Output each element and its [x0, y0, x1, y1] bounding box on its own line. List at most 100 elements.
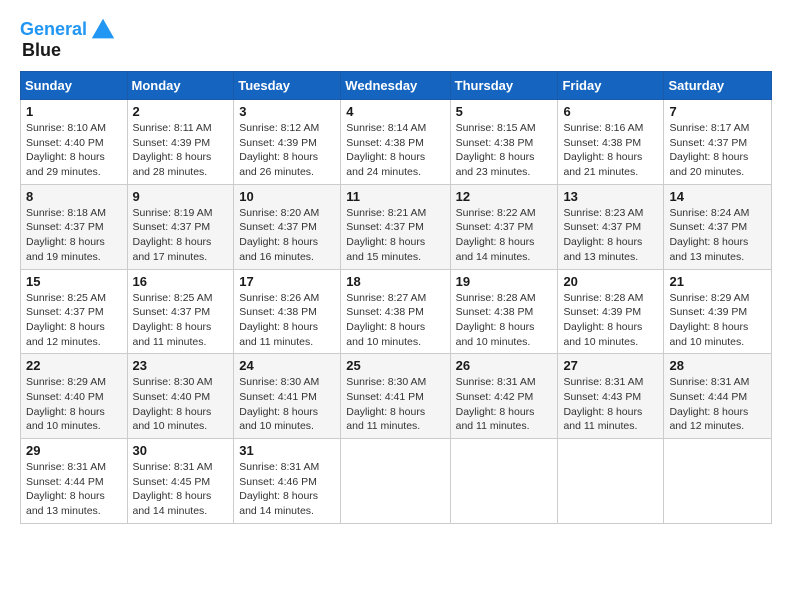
calendar-cell: 12 Sunrise: 8:22 AM Sunset: 4:37 PM Dayl…	[450, 184, 558, 269]
day-number: 25	[346, 358, 444, 373]
day-number: 23	[133, 358, 229, 373]
calendar-table: SundayMondayTuesdayWednesdayThursdayFrid…	[20, 71, 772, 524]
day-number: 6	[563, 104, 658, 119]
day-number: 21	[669, 274, 766, 289]
calendar-cell: 3 Sunrise: 8:12 AM Sunset: 4:39 PM Dayli…	[234, 100, 341, 185]
day-number: 28	[669, 358, 766, 373]
calendar-cell: 23 Sunrise: 8:30 AM Sunset: 4:40 PM Dayl…	[127, 354, 234, 439]
calendar-cell	[558, 439, 664, 524]
day-info: Sunrise: 8:25 AM Sunset: 4:37 PM Dayligh…	[133, 291, 229, 350]
day-info: Sunrise: 8:20 AM Sunset: 4:37 PM Dayligh…	[239, 206, 335, 265]
calendar-cell: 15 Sunrise: 8:25 AM Sunset: 4:37 PM Dayl…	[21, 269, 128, 354]
col-header-tuesday: Tuesday	[234, 72, 341, 100]
day-info: Sunrise: 8:14 AM Sunset: 4:38 PM Dayligh…	[346, 121, 444, 180]
calendar-cell: 1 Sunrise: 8:10 AM Sunset: 4:40 PM Dayli…	[21, 100, 128, 185]
calendar-cell: 27 Sunrise: 8:31 AM Sunset: 4:43 PM Dayl…	[558, 354, 664, 439]
calendar-cell: 6 Sunrise: 8:16 AM Sunset: 4:38 PM Dayli…	[558, 100, 664, 185]
day-number: 5	[456, 104, 553, 119]
day-number: 11	[346, 189, 444, 204]
day-info: Sunrise: 8:23 AM Sunset: 4:37 PM Dayligh…	[563, 206, 658, 265]
calendar-header-row: SundayMondayTuesdayWednesdayThursdayFrid…	[21, 72, 772, 100]
calendar-cell: 24 Sunrise: 8:30 AM Sunset: 4:41 PM Dayl…	[234, 354, 341, 439]
day-info: Sunrise: 8:30 AM Sunset: 4:40 PM Dayligh…	[133, 375, 229, 434]
calendar-cell	[341, 439, 450, 524]
calendar-week-row: 22 Sunrise: 8:29 AM Sunset: 4:40 PM Dayl…	[21, 354, 772, 439]
day-info: Sunrise: 8:31 AM Sunset: 4:42 PM Dayligh…	[456, 375, 553, 434]
calendar-cell: 17 Sunrise: 8:26 AM Sunset: 4:38 PM Dayl…	[234, 269, 341, 354]
day-info: Sunrise: 8:31 AM Sunset: 4:46 PM Dayligh…	[239, 460, 335, 519]
day-number: 8	[26, 189, 122, 204]
calendar-cell: 29 Sunrise: 8:31 AM Sunset: 4:44 PM Dayl…	[21, 439, 128, 524]
day-number: 10	[239, 189, 335, 204]
day-info: Sunrise: 8:11 AM Sunset: 4:39 PM Dayligh…	[133, 121, 229, 180]
calendar-cell: 4 Sunrise: 8:14 AM Sunset: 4:38 PM Dayli…	[341, 100, 450, 185]
calendar-cell: 28 Sunrise: 8:31 AM Sunset: 4:44 PM Dayl…	[664, 354, 772, 439]
calendar-week-row: 15 Sunrise: 8:25 AM Sunset: 4:37 PM Dayl…	[21, 269, 772, 354]
col-header-friday: Friday	[558, 72, 664, 100]
day-number: 19	[456, 274, 553, 289]
day-number: 22	[26, 358, 122, 373]
day-number: 18	[346, 274, 444, 289]
day-number: 7	[669, 104, 766, 119]
day-number: 30	[133, 443, 229, 458]
col-header-wednesday: Wednesday	[341, 72, 450, 100]
day-number: 9	[133, 189, 229, 204]
calendar-cell: 21 Sunrise: 8:29 AM Sunset: 4:39 PM Dayl…	[664, 269, 772, 354]
calendar-cell: 19 Sunrise: 8:28 AM Sunset: 4:38 PM Dayl…	[450, 269, 558, 354]
day-info: Sunrise: 8:29 AM Sunset: 4:40 PM Dayligh…	[26, 375, 122, 434]
calendar-cell: 8 Sunrise: 8:18 AM Sunset: 4:37 PM Dayli…	[21, 184, 128, 269]
day-info: Sunrise: 8:16 AM Sunset: 4:38 PM Dayligh…	[563, 121, 658, 180]
calendar-cell	[664, 439, 772, 524]
calendar-cell: 18 Sunrise: 8:27 AM Sunset: 4:38 PM Dayl…	[341, 269, 450, 354]
calendar-cell: 26 Sunrise: 8:31 AM Sunset: 4:42 PM Dayl…	[450, 354, 558, 439]
day-number: 2	[133, 104, 229, 119]
day-info: Sunrise: 8:31 AM Sunset: 4:43 PM Dayligh…	[563, 375, 658, 434]
day-number: 26	[456, 358, 553, 373]
day-info: Sunrise: 8:10 AM Sunset: 4:40 PM Dayligh…	[26, 121, 122, 180]
calendar-cell: 5 Sunrise: 8:15 AM Sunset: 4:38 PM Dayli…	[450, 100, 558, 185]
calendar-cell	[450, 439, 558, 524]
calendar-week-row: 29 Sunrise: 8:31 AM Sunset: 4:44 PM Dayl…	[21, 439, 772, 524]
day-number: 27	[563, 358, 658, 373]
day-info: Sunrise: 8:30 AM Sunset: 4:41 PM Dayligh…	[346, 375, 444, 434]
calendar-cell: 7 Sunrise: 8:17 AM Sunset: 4:37 PM Dayli…	[664, 100, 772, 185]
logo-text: General	[20, 20, 87, 40]
day-info: Sunrise: 8:18 AM Sunset: 4:37 PM Dayligh…	[26, 206, 122, 265]
calendar-cell: 25 Sunrise: 8:30 AM Sunset: 4:41 PM Dayl…	[341, 354, 450, 439]
calendar-cell: 14 Sunrise: 8:24 AM Sunset: 4:37 PM Dayl…	[664, 184, 772, 269]
calendar-cell: 10 Sunrise: 8:20 AM Sunset: 4:37 PM Dayl…	[234, 184, 341, 269]
col-header-monday: Monday	[127, 72, 234, 100]
logo: General Blue	[20, 16, 117, 61]
calendar-week-row: 8 Sunrise: 8:18 AM Sunset: 4:37 PM Dayli…	[21, 184, 772, 269]
day-info: Sunrise: 8:30 AM Sunset: 4:41 PM Dayligh…	[239, 375, 335, 434]
col-header-saturday: Saturday	[664, 72, 772, 100]
day-number: 4	[346, 104, 444, 119]
day-number: 31	[239, 443, 335, 458]
calendar-cell: 31 Sunrise: 8:31 AM Sunset: 4:46 PM Dayl…	[234, 439, 341, 524]
day-info: Sunrise: 8:19 AM Sunset: 4:37 PM Dayligh…	[133, 206, 229, 265]
calendar-cell: 2 Sunrise: 8:11 AM Sunset: 4:39 PM Dayli…	[127, 100, 234, 185]
day-number: 1	[26, 104, 122, 119]
day-info: Sunrise: 8:24 AM Sunset: 4:37 PM Dayligh…	[669, 206, 766, 265]
logo-icon	[89, 16, 117, 44]
calendar-cell: 22 Sunrise: 8:29 AM Sunset: 4:40 PM Dayl…	[21, 354, 128, 439]
day-number: 12	[456, 189, 553, 204]
day-info: Sunrise: 8:31 AM Sunset: 4:44 PM Dayligh…	[26, 460, 122, 519]
day-info: Sunrise: 8:26 AM Sunset: 4:38 PM Dayligh…	[239, 291, 335, 350]
calendar-cell: 16 Sunrise: 8:25 AM Sunset: 4:37 PM Dayl…	[127, 269, 234, 354]
page: General Blue SundayMondayTuesdayWednesda…	[0, 0, 792, 612]
col-header-thursday: Thursday	[450, 72, 558, 100]
day-number: 13	[563, 189, 658, 204]
calendar-cell: 9 Sunrise: 8:19 AM Sunset: 4:37 PM Dayli…	[127, 184, 234, 269]
day-number: 16	[133, 274, 229, 289]
day-number: 15	[26, 274, 122, 289]
calendar-cell: 11 Sunrise: 8:21 AM Sunset: 4:37 PM Dayl…	[341, 184, 450, 269]
calendar-week-row: 1 Sunrise: 8:10 AM Sunset: 4:40 PM Dayli…	[21, 100, 772, 185]
day-number: 29	[26, 443, 122, 458]
day-info: Sunrise: 8:29 AM Sunset: 4:39 PM Dayligh…	[669, 291, 766, 350]
day-number: 20	[563, 274, 658, 289]
day-number: 14	[669, 189, 766, 204]
header: General Blue	[20, 16, 772, 61]
day-info: Sunrise: 8:25 AM Sunset: 4:37 PM Dayligh…	[26, 291, 122, 350]
day-info: Sunrise: 8:17 AM Sunset: 4:37 PM Dayligh…	[669, 121, 766, 180]
